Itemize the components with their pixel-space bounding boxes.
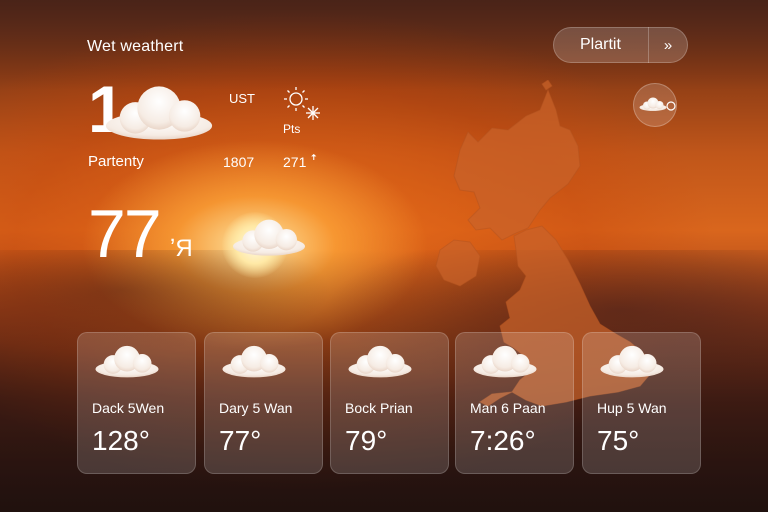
temperature-unit: ʼЯ	[170, 235, 193, 262]
current-temperature: 77	[88, 196, 162, 272]
forecast-card[interactable]: Dack 5Wen 128°	[77, 332, 196, 474]
forecast-temp: 7:26°	[470, 425, 536, 456]
forecast-day: Dary 5 Wan	[219, 400, 293, 416]
forecast-temp: 77°	[219, 425, 262, 456]
chevron-right-icon[interactable]: »	[649, 37, 687, 54]
forecast-temp: 128°	[92, 425, 150, 456]
forecast-temp: 75°	[597, 425, 640, 456]
cloud-icon	[222, 345, 286, 378]
cloud-icon	[233, 219, 305, 256]
pts-label: Pts	[283, 122, 301, 136]
header-action-button[interactable]: Plartit »	[553, 27, 688, 63]
weather-screen: Wet weathert Plartit » 1 UST Pts Partent…	[0, 0, 768, 512]
forecast-day: Hup 5 Wan	[597, 400, 667, 416]
forecast-temp: 79°	[345, 425, 388, 456]
app-title: Wet weathert	[87, 38, 184, 55]
cloud-icon	[600, 345, 664, 378]
cloud-icon	[473, 345, 537, 378]
cloud-icon	[105, 86, 213, 140]
forecast-day: Bock Prian	[345, 400, 413, 416]
sun-snow-icon	[284, 87, 320, 120]
current-stat-2: 271 ꜛ	[283, 154, 318, 170]
forecast-card[interactable]: Hup 5 Wan 75°	[582, 332, 701, 474]
location-label: Partenty	[88, 153, 144, 170]
forecast-day: Dack 5Wen	[92, 400, 165, 416]
header-action-label: Plartit	[580, 36, 621, 53]
forecast-card[interactable]: Man 6 Paan 7:26°	[455, 332, 574, 474]
forecast-card[interactable]: Bock Prian 79°	[330, 332, 449, 474]
cloud-icon	[95, 345, 159, 378]
current-stat-1: 1807	[223, 154, 255, 170]
ust-label: UST	[229, 91, 255, 106]
forecast-day: Man 6 Paan	[470, 400, 546, 416]
cloud-icon	[348, 345, 412, 378]
forecast-card[interactable]: Dary 5 Wan 77°	[204, 332, 323, 474]
